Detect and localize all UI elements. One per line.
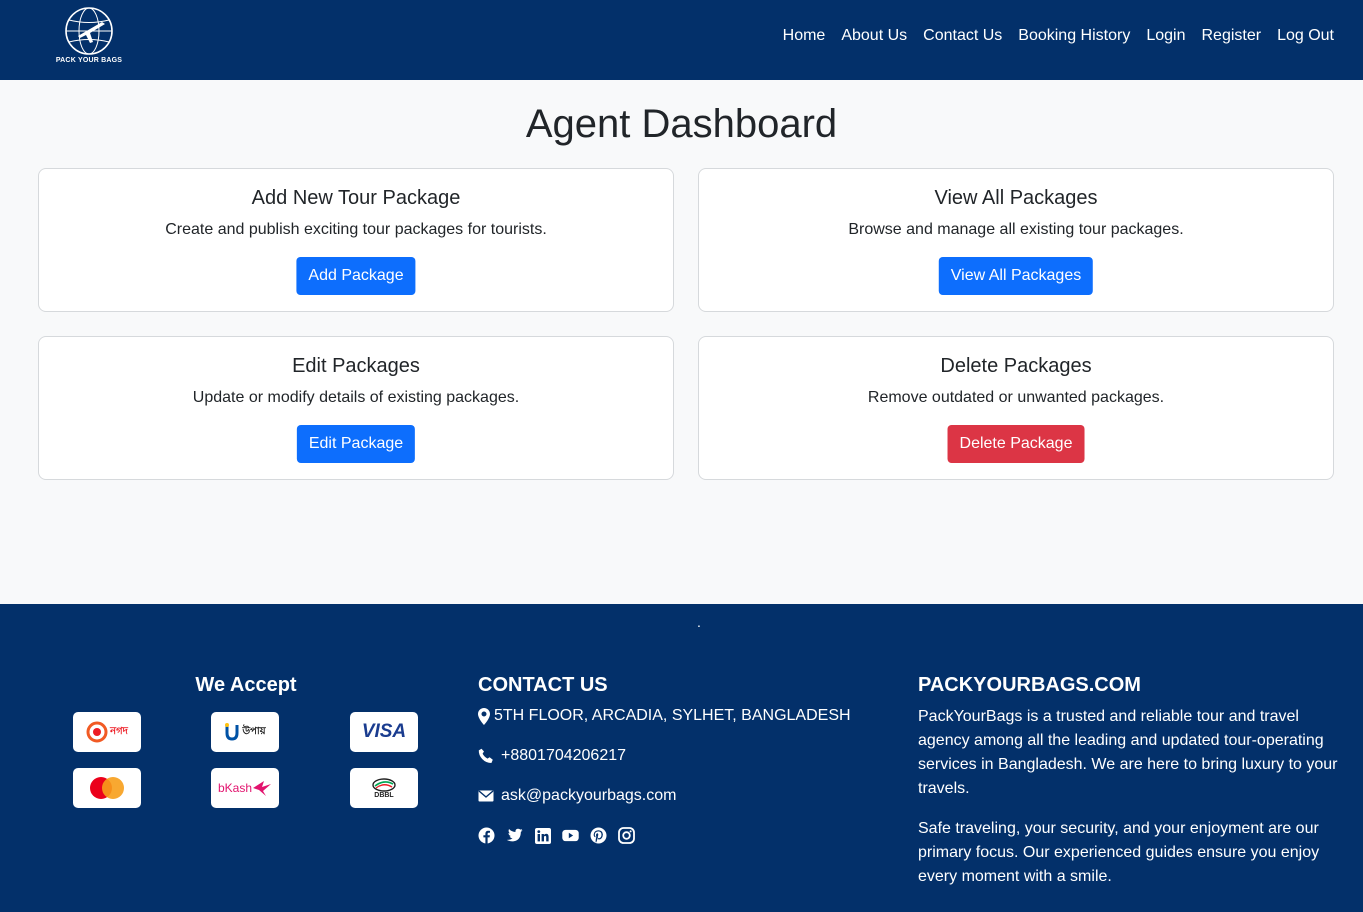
card-title: View All Packages <box>934 187 1098 209</box>
address-row: 5TH FLOOR, ARCADIA, SYLHET, BANGLADESH <box>478 707 851 725</box>
address-text: 5TH FLOOR, ARCADIA, SYLHET, BANGLADESH <box>494 707 851 724</box>
youtube-icon[interactable] <box>562 827 579 844</box>
view-all-packages-button[interactable]: View All Packages <box>938 257 1094 295</box>
linkedin-icon[interactable] <box>534 827 551 844</box>
email-row: ask@packyourbags.com <box>478 787 676 805</box>
map-pin-icon <box>478 707 490 725</box>
nav-home[interactable]: Home <box>783 27 826 45</box>
bkash-label: bKash <box>217 781 253 795</box>
visa-logo: VISA <box>350 712 418 752</box>
card-title: Edit Packages <box>292 355 420 377</box>
card-delete-packages: Delete Packages Remove outdated or unwan… <box>698 336 1334 480</box>
nav-contact-us[interactable]: Contact Us <box>923 27 1002 45</box>
footer-dot: . <box>697 614 701 630</box>
nav-about-us[interactable]: About Us <box>841 27 907 45</box>
card-title: Add New Tour Package <box>251 187 461 209</box>
card-text: Update or modify details of existing pac… <box>192 389 520 406</box>
nav-register[interactable]: Register <box>1201 27 1261 45</box>
facebook-icon[interactable] <box>478 827 495 844</box>
card-add-package: Add New Tour Package Create and publish … <box>38 168 674 312</box>
nav-booking-history[interactable]: Booking History <box>1018 27 1130 45</box>
pinterest-icon[interactable] <box>590 827 607 844</box>
footer: . We Accept নগদ উপায় VISA bKash DBBL CO… <box>0 604 1363 912</box>
dbbl-label: DBBL <box>374 791 394 799</box>
contact-us-title: CONTACT US <box>478 674 608 696</box>
page-title: Agent Dashboard <box>525 102 838 146</box>
mastercard-logo <box>73 768 141 808</box>
email-text[interactable]: ask@packyourbags.com <box>501 787 676 805</box>
delete-package-button[interactable]: Delete Package <box>947 425 1085 463</box>
social-links <box>478 827 635 844</box>
nagad-logo: নগদ <box>73 712 141 752</box>
card-view-packages: View All Packages Browse and manage all … <box>698 168 1334 312</box>
brand-title: PACKYOURBAGS.COM <box>918 674 1141 696</box>
nagad-label: নগদ <box>110 725 128 737</box>
brand-description: PackYourBags is a trusted and reliable t… <box>918 708 1338 797</box>
we-accept-title: We Accept <box>195 674 297 696</box>
twitter-icon[interactable] <box>506 827 523 844</box>
dbbl-logo: DBBL <box>350 768 418 808</box>
nav-login[interactable]: Login <box>1146 27 1185 45</box>
phone-icon <box>478 748 493 763</box>
add-package-button[interactable]: Add Package <box>296 257 416 295</box>
envelope-icon <box>478 790 494 802</box>
bkash-logo: bKash <box>211 768 279 808</box>
nav-log-out[interactable]: Log Out <box>1277 27 1334 45</box>
logo-text: PACK YOUR BAGS <box>55 57 123 64</box>
phone-row: +8801704206217 <box>478 747 626 765</box>
navbar: PACK YOUR BAGS Home About Us Contact Us … <box>0 0 1363 80</box>
upay-label: উপায় <box>242 725 266 737</box>
instagram-icon[interactable] <box>618 827 635 844</box>
phone-text[interactable]: +8801704206217 <box>501 747 626 765</box>
nav-links: Home About Us Contact Us Booking History… <box>783 27 1334 45</box>
visa-label: VISA <box>361 721 407 742</box>
card-title: Delete Packages <box>940 355 1092 377</box>
brand-focus-text: Safe traveling, your security, and your … <box>918 820 1320 885</box>
card-text: Remove outdated or unwanted packages. <box>867 389 1165 406</box>
card-text: Create and publish exciting tour package… <box>165 221 547 238</box>
globe-plane-icon <box>65 7 113 55</box>
card-text: Browse and manage all existing tour pack… <box>848 221 1184 238</box>
logo[interactable]: PACK YOUR BAGS <box>50 6 130 70</box>
card-edit-packages: Edit Packages Update or modify details o… <box>38 336 674 480</box>
upay-logo: উপায় <box>211 712 279 752</box>
edit-package-button[interactable]: Edit Package <box>296 425 416 463</box>
